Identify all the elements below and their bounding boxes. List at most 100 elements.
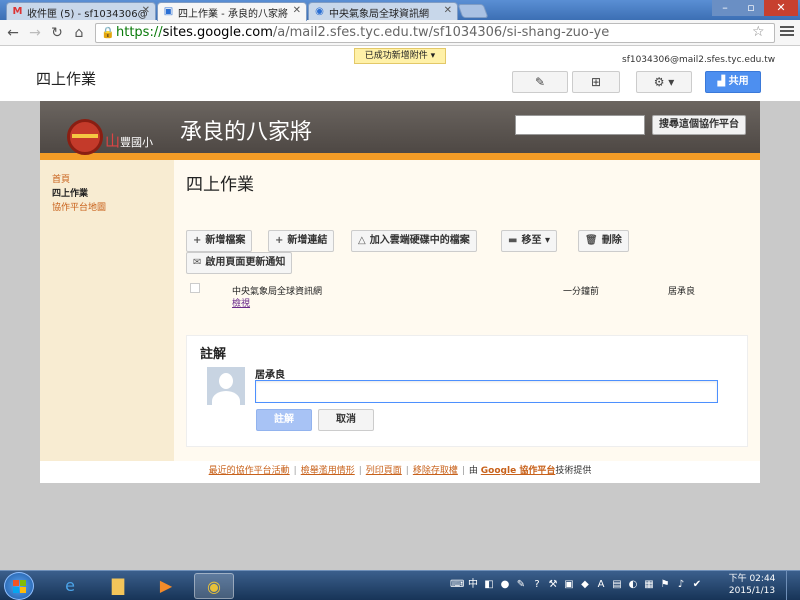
new-page-button[interactable]: ⊞ <box>572 71 620 93</box>
reload-icon[interactable]: ↻ <box>48 24 66 42</box>
sidebar-item-sitemap[interactable]: 協作平台地圖 <box>52 200 106 213</box>
clock[interactable]: 下午 02:44 2015/1/13 <box>724 573 780 597</box>
app2-icon[interactable]: ◆ <box>578 578 592 592</box>
ime-full-icon[interactable]: ● <box>498 578 512 592</box>
share-button[interactable]: ▟ 共用 <box>705 71 761 93</box>
plus-icon: + <box>275 235 284 246</box>
tab-gmail[interactable]: M 收件匣 (5) - sf1034306@ ✕ <box>6 2 156 20</box>
weather-icon: ◉ <box>315 6 324 17</box>
gmail-icon: M <box>12 6 23 17</box>
back-icon[interactable]: ← <box>4 24 22 42</box>
footer-recent-activity[interactable]: 最近的協作平台活動 <box>209 466 290 476</box>
footer-report-abuse[interactable]: 檢舉濫用情形 <box>301 466 355 476</box>
security-icon[interactable]: ✔ <box>690 578 704 592</box>
ime-mode-icon[interactable]: ◧ <box>482 578 496 592</box>
file-owner: 居承良 <box>668 287 696 297</box>
home-icon[interactable]: ⌂ <box>70 24 88 42</box>
drive-icon: △ <box>358 235 366 246</box>
keyboard-icon[interactable]: ⌨ <box>450 578 464 592</box>
maximize-button[interactable]: ▫ <box>738 0 764 16</box>
app3-icon[interactable]: ▤ <box>610 578 624 592</box>
close-window-button[interactable]: ✕ <box>764 0 798 16</box>
plus-icon: + <box>193 235 202 246</box>
page-title: 四上作業 <box>36 70 97 88</box>
add-link-button[interactable]: + 新增連結 <box>268 230 335 252</box>
delete-button[interactable]: 🗑 刪除 <box>578 230 629 252</box>
tools-icon[interactable]: ⚒ <box>546 578 560 592</box>
share-icon: ▟ <box>717 76 726 87</box>
post-comment-button[interactable]: 註解 <box>256 409 312 431</box>
mail-icon: ✉ <box>193 257 202 268</box>
settings-button[interactable]: ⚙ ▾ <box>636 71 692 93</box>
trash-icon: 🗑 <box>585 235 598 246</box>
app1-icon[interactable]: ▣ <box>562 578 576 592</box>
edit-button[interactable]: ✎ <box>512 71 568 93</box>
lock-icon: 🔒 <box>101 26 115 39</box>
media-player-icon[interactable]: ▶ <box>146 573 186 599</box>
flag-icon[interactable]: ⚑ <box>658 578 672 592</box>
site-name[interactable]: 承良的八家將 <box>180 114 312 146</box>
clock-time: 下午 02:44 <box>728 574 776 584</box>
taskbar: e ▇ ▶ ◉ ⌨ 中 ◧ ● ✎? ⚒ ▣ ◆ A ▤ ◐ ▦ ⚑ ♪ ✔ 下午 02:44 2015/1… <box>0 570 800 600</box>
sites-icon: ▣ <box>163 6 174 17</box>
logo-text: 山豐國小 <box>105 132 154 150</box>
tab-strip: M 收件匣 (5) - sf1034306@ ✕ ▣ 四上作業 - 承良的八家將… <box>0 0 800 21</box>
site-search-button[interactable]: 搜尋這個協作平台 <box>652 115 746 135</box>
tab-title: 收件匣 (5) - sf1034306@ <box>27 9 148 20</box>
ie-icon[interactable]: e <box>50 573 90 599</box>
site-banner-accent <box>40 153 760 160</box>
pencil-icon: ✎ <box>534 75 546 89</box>
comments-title: 註解 <box>200 347 227 362</box>
menu-icon[interactable] <box>780 26 794 38</box>
move-to-button[interactable]: ▬ 移至 ▾ <box>501 230 557 252</box>
cancel-comment-button[interactable]: 取消 <box>318 409 374 431</box>
network-icon[interactable]: ▦ <box>642 578 656 592</box>
user-email[interactable]: sf1034306@mail2.sfes.tyc.edu.tw <box>622 55 775 65</box>
footer-google-sites[interactable]: Google 協作平台 <box>481 466 556 476</box>
close-icon[interactable]: ✕ <box>142 5 150 16</box>
ime-indicator[interactable]: 中 <box>466 578 480 592</box>
minimize-button[interactable]: – <box>712 0 738 16</box>
add-file-button[interactable]: + 新增檔案 <box>186 230 253 252</box>
address-bar[interactable]: 🔒 https://sites.google.com/a/mail2.sfes.… <box>95 23 775 43</box>
gear-icon: ⚙ ▾ <box>653 75 675 89</box>
sites-header: 已成功新增附件 ▾ sf1034306@mail2.sfes.tyc.edu.t… <box>0 47 800 101</box>
close-icon[interactable]: ✕ <box>444 5 452 16</box>
school-logo-icon[interactable] <box>67 119 103 155</box>
ime-punct-icon[interactable]: ✎ <box>514 578 528 592</box>
star-icon[interactable]: ☆ <box>752 24 765 40</box>
sidebar-item-current[interactable]: 四上作業 <box>52 186 88 199</box>
file-view-link[interactable]: 檢視 <box>232 296 250 309</box>
tab-weather[interactable]: ◉ 中央氣象局全球資訊網 ✕ <box>308 2 458 20</box>
notify-button[interactable]: ✉ 啟用頁面更新通知 <box>186 252 293 274</box>
add-from-drive-button[interactable]: △ 加入雲端硬碟中的檔案 <box>351 230 477 252</box>
clock-date: 2015/1/13 <box>728 586 776 596</box>
tab-sites[interactable]: ▣ 四上作業 - 承良的八家將 ✕ <box>157 2 307 21</box>
volume-icon[interactable]: ♪ <box>674 578 688 592</box>
file-time: 一分鐘前 <box>563 287 600 297</box>
acrobat-icon[interactable]: A <box>594 578 608 592</box>
url-scheme: https:// <box>116 25 163 40</box>
chrome-icon[interactable]: ◉ <box>194 573 234 599</box>
site-search-input[interactable] <box>515 115 645 135</box>
file-checkbox[interactable] <box>190 283 200 293</box>
start-button[interactable] <box>4 572 34 600</box>
url-path: /a/mail2.sfes.tyc.edu.tw/sf1034306/si-sh… <box>272 25 610 40</box>
help-icon[interactable]: ? <box>530 578 544 592</box>
new-tab-button[interactable] <box>457 4 489 18</box>
footer-remove-access[interactable]: 移除存取權 <box>413 466 458 476</box>
footer-print-page[interactable]: 列印頁面 <box>366 466 402 476</box>
explorer-icon[interactable]: ▇ <box>98 573 138 599</box>
tab-title: 中央氣象局全球資訊網 <box>329 9 429 20</box>
forward-icon[interactable]: → <box>26 24 44 42</box>
system-tray: ⌨ 中 ◧ ● ✎? ⚒ ▣ ◆ A ▤ ◐ ▦ ⚑ ♪ ✔ <box>450 577 720 595</box>
site-footer: 最近的協作平台活動 | 檢舉濫用情形 | 列印頁面 | 移除存取權 | 由 Google 協作平… <box>40 461 760 483</box>
app4-icon[interactable]: ◐ <box>626 578 640 592</box>
show-desktop-button[interactable] <box>786 571 800 600</box>
sidebar-item-home[interactable]: 首頁 <box>52 172 70 185</box>
comment-input[interactable] <box>255 380 718 403</box>
main-title: 四上作業 <box>186 175 254 195</box>
close-icon[interactable]: ✕ <box>293 5 301 16</box>
avatar <box>207 367 245 405</box>
new-page-icon: ⊞ <box>590 75 602 89</box>
